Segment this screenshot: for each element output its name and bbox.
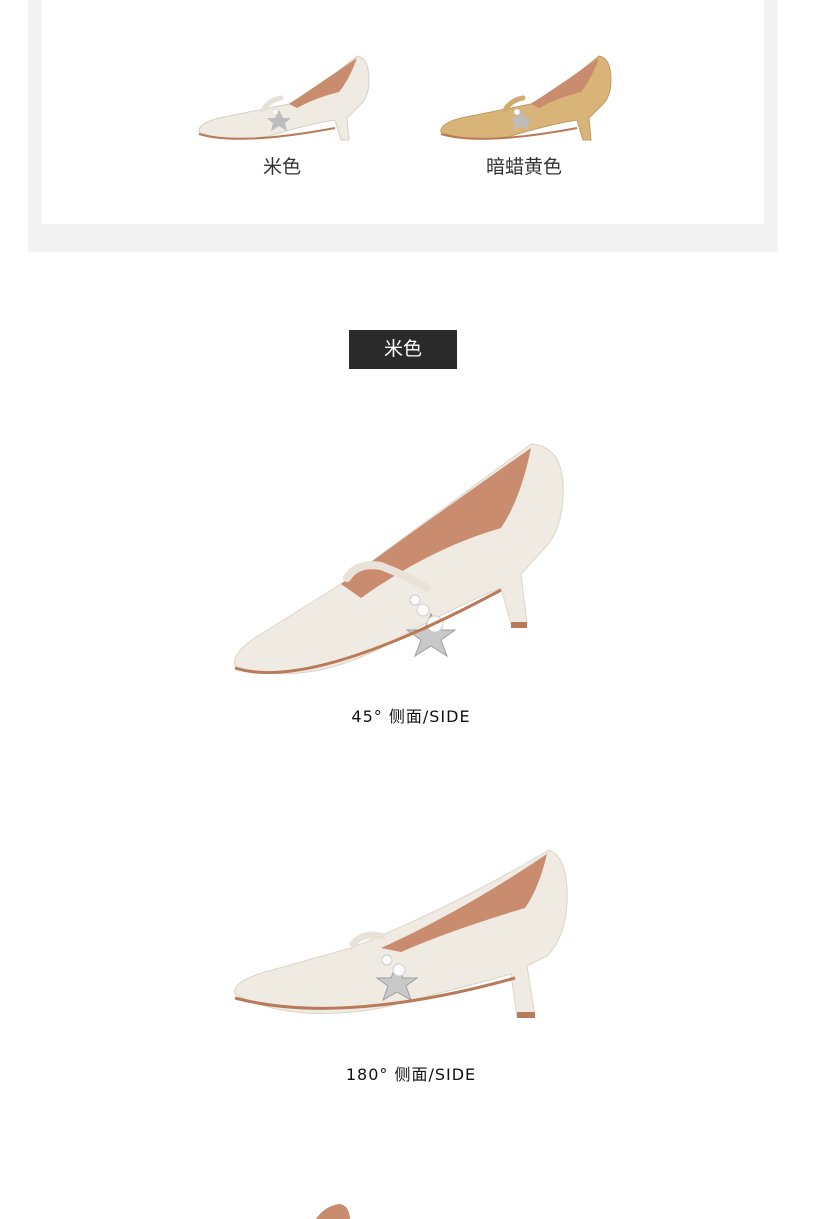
swatch-dark-wax-yellow[interactable]: 暗蜡黄色 xyxy=(424,40,624,179)
color-swatch-card: 米色 暗蜡黄色 xyxy=(42,0,764,224)
selected-color-tag: 米色 xyxy=(349,330,457,369)
color-swatch-panel: 米色 暗蜡黄色 xyxy=(28,0,778,252)
shoe-45-image xyxy=(234,443,564,675)
shoe-view-180 xyxy=(0,848,822,1024)
yellow-shoe-thumbnail xyxy=(440,55,612,141)
shoe-180-image xyxy=(234,849,568,1018)
shoe-view-45 xyxy=(0,438,822,694)
next-shoe-partial xyxy=(300,1200,360,1219)
beige-shoe-thumbnail xyxy=(198,55,370,141)
view-caption-45: 45° 侧面/SIDE xyxy=(351,707,471,726)
swatch-label: 米色 xyxy=(262,156,301,178)
view-caption-180: 180° 侧面/SIDE xyxy=(345,1065,477,1084)
swatch-beige[interactable]: 米色 xyxy=(182,40,382,179)
next-shoe-image xyxy=(315,1204,351,1219)
swatch-label: 暗蜡黄色 xyxy=(485,156,562,178)
